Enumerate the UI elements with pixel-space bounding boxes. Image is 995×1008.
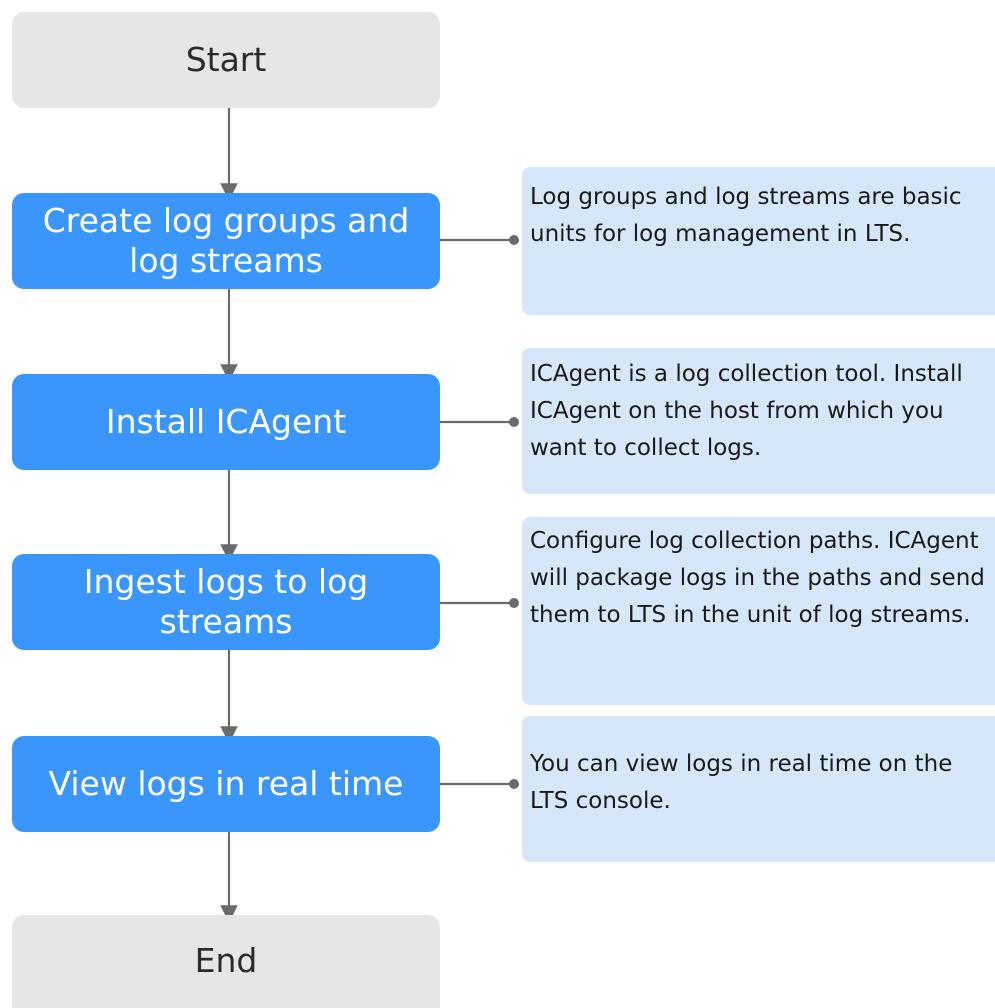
note-connector-dot-4 [509,779,519,789]
note-connector-dot-2 [509,417,519,427]
end-node: End [12,915,440,1008]
start-node: Start [12,12,440,108]
start-label: Start [185,39,267,79]
step-view-logs: View logs in real time [12,736,440,832]
step-create-log-groups: Create log groups and log streams [12,193,440,289]
note-connector-dot-3 [509,598,519,608]
step-note-view-logs: You can view logs in real time on the LT… [522,716,995,862]
step-ingest-logs: Ingest logs to log streams [12,554,440,650]
step-note-create-log-groups: Log groups and log streams are basic uni… [522,167,995,315]
step-note-ingest-logs: Configure log collection paths. ICAgent … [522,517,995,705]
note-text: Configure log collection paths. ICAgent … [530,528,985,628]
step-install-icagent: Install ICAgent [12,374,440,470]
note-connector-dot-1 [509,235,519,245]
step-label: Create log groups and log streams [42,200,410,280]
step-label: Install ICAgent [105,401,347,441]
note-text: You can view logs in real time on the LT… [530,751,953,814]
step-label: Ingest logs to log streams [83,561,369,641]
step-label: View logs in real time [48,763,404,803]
step-note-install-icagent: ICAgent is a log collection tool. Instal… [522,348,995,494]
end-label: End [194,941,258,981]
note-text: ICAgent is a log collection tool. Instal… [530,361,963,461]
note-text: Log groups and log streams are basic uni… [530,184,962,247]
